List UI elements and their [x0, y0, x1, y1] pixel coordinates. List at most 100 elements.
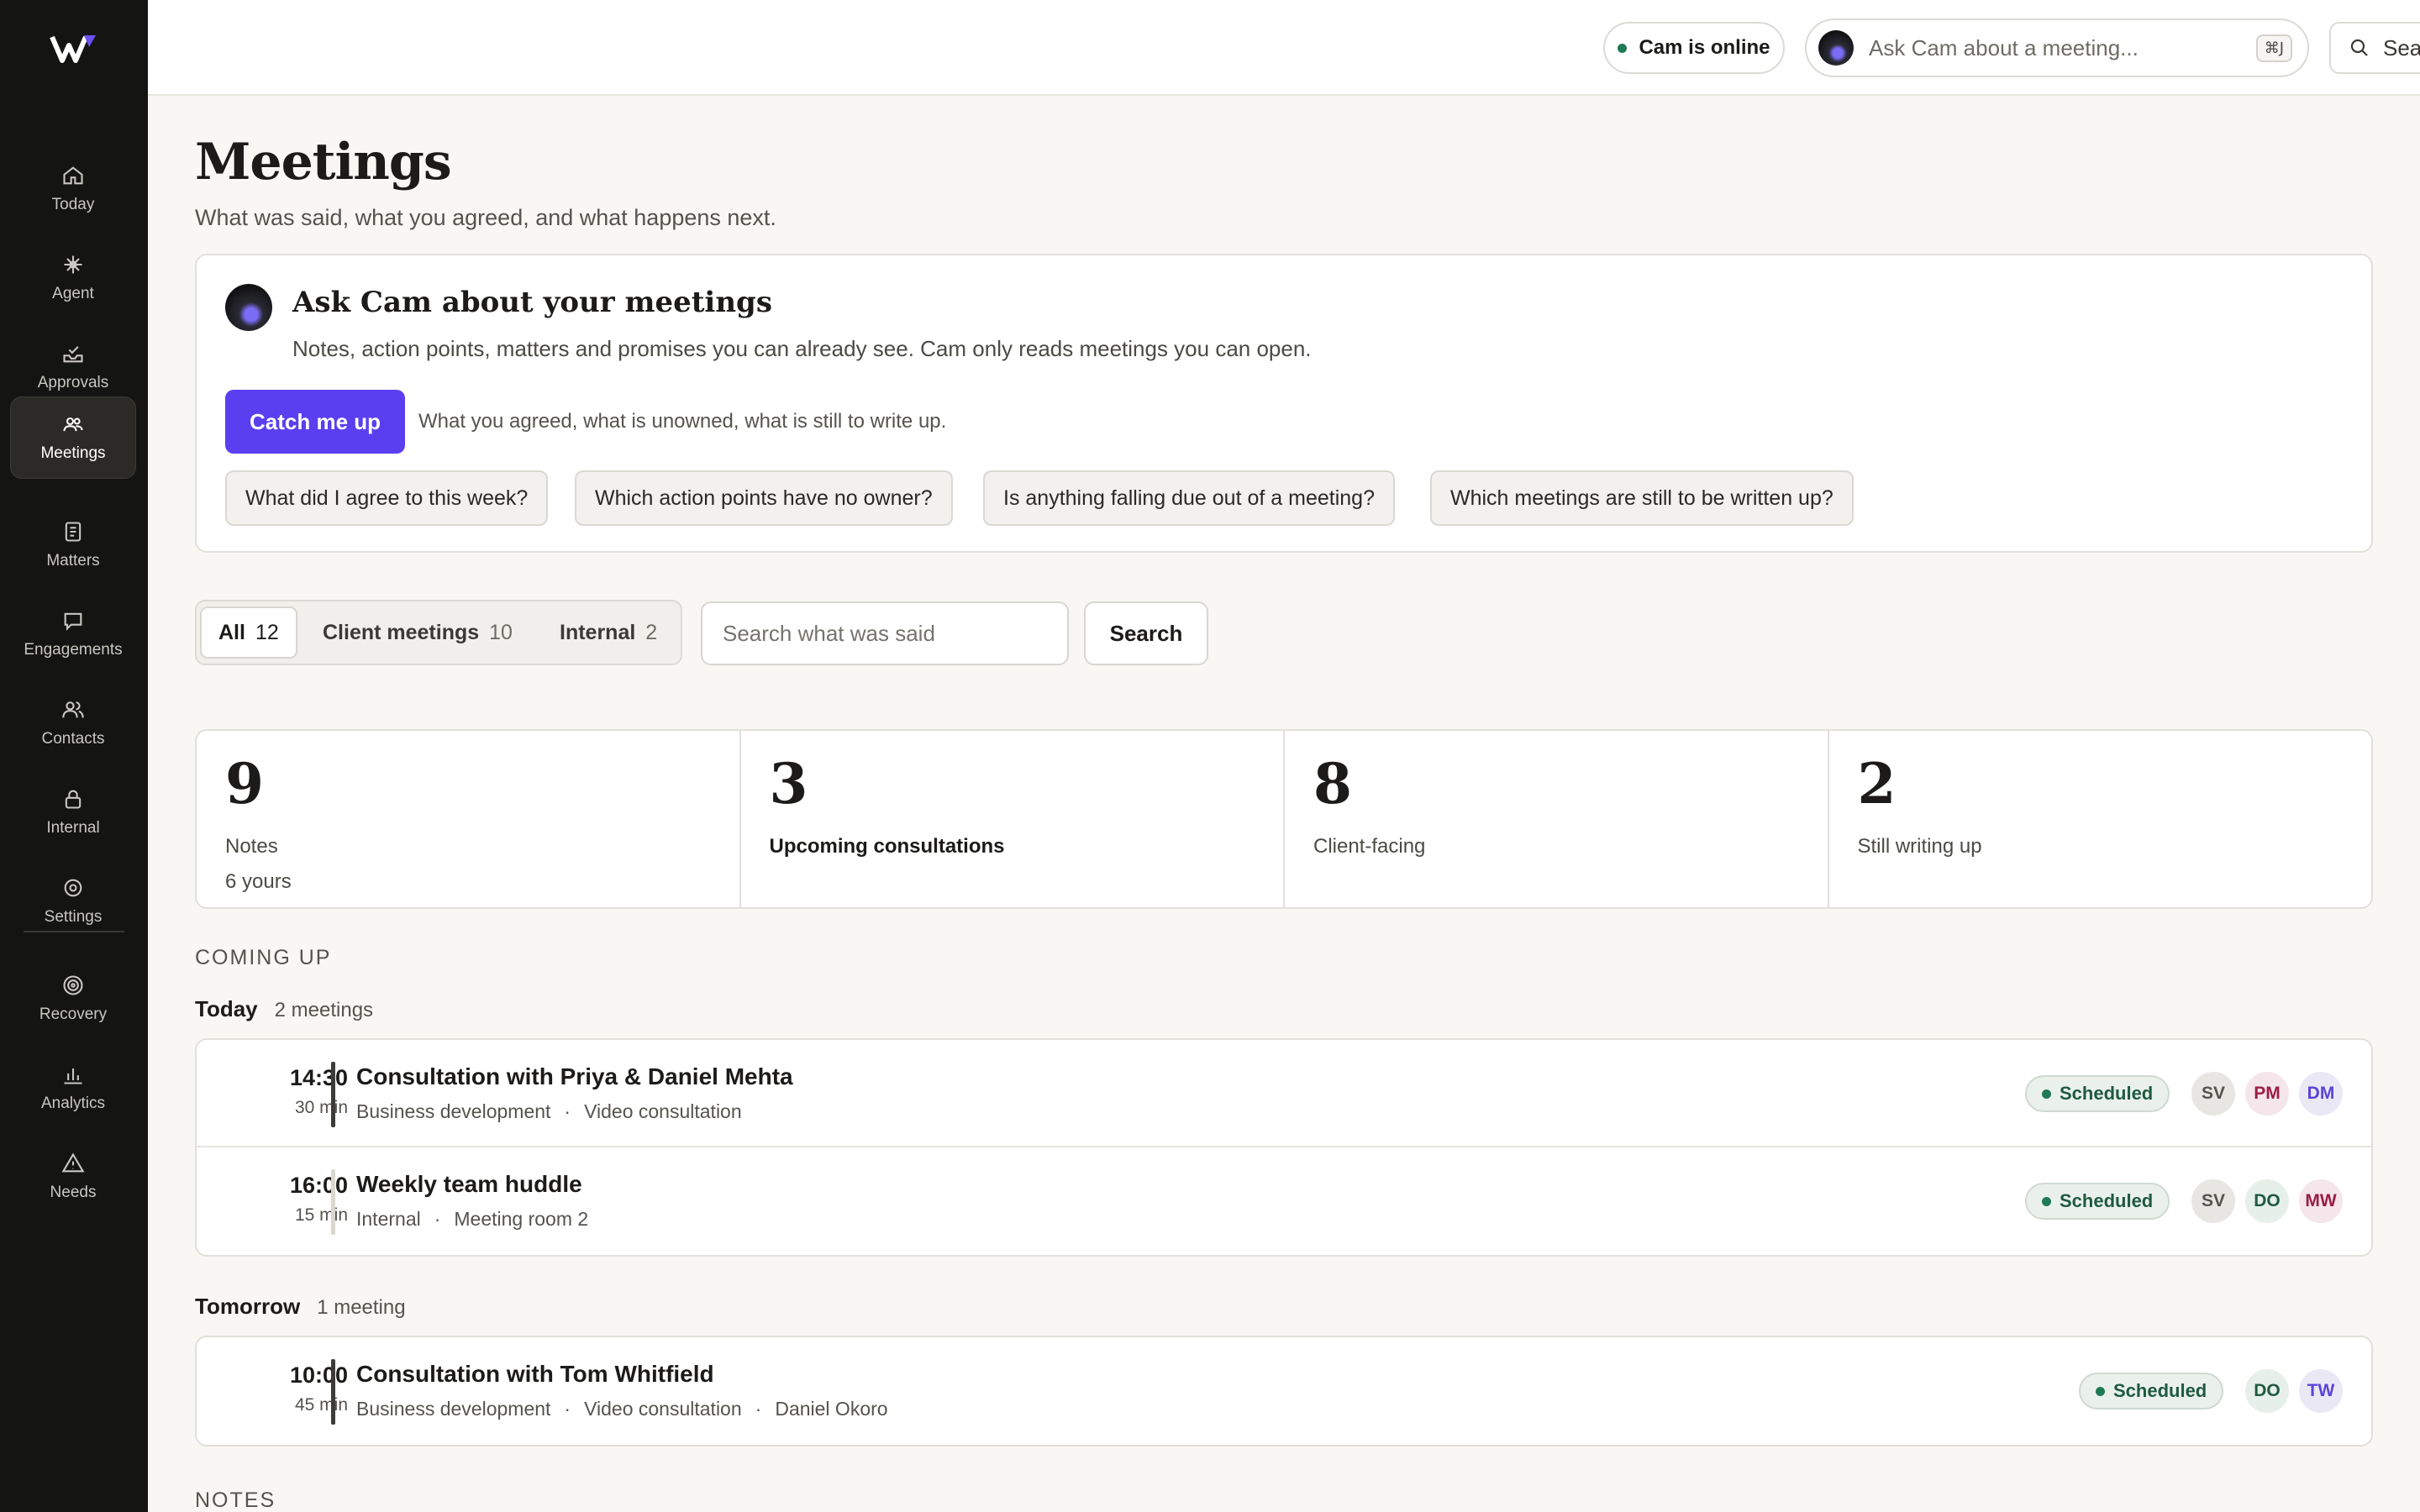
suggestion-chip[interactable]: What did I agree to this week?: [225, 470, 549, 526]
meta-separator: ·: [434, 1208, 441, 1230]
nav-internal[interactable]: Internal: [10, 771, 136, 853]
nav-engagements[interactable]: Engagements: [10, 593, 136, 675]
tab-label: Client meetings: [323, 620, 480, 644]
nav-label: Approvals: [37, 374, 109, 391]
meeting-row[interactable]: 16:00 15 min Weekly team huddle Internal…: [197, 1147, 2371, 1255]
avatar[interactable]: SV: [2190, 1070, 2237, 1117]
status-dot: [2042, 1196, 2051, 1206]
nav-label: Settings: [44, 908, 103, 926]
stat-value: 2: [1857, 751, 1897, 816]
avatar[interactable]: DO: [2244, 1178, 2291, 1225]
stat-notes[interactable]: 9 Notes 6 yours: [197, 731, 741, 907]
nav-label: Recovery: [39, 1005, 108, 1023]
stat-value: 8: [1313, 751, 1352, 816]
chat-icon: [64, 612, 82, 631]
day-count: 1 meeting: [317, 1296, 406, 1319]
search-said-input[interactable]: [701, 601, 1069, 665]
nav-label: Contacts: [41, 730, 105, 748]
stat-writing-up[interactable]: 2 Still writing up: [1829, 731, 2372, 907]
status-badge: Scheduled: [2079, 1373, 2224, 1410]
meeting-location: Meeting room 2: [454, 1208, 589, 1230]
nav-analytics[interactable]: Analytics: [10, 1047, 136, 1129]
nav-meetings[interactable]: Meetings: [10, 396, 136, 479]
stat-client-facing[interactable]: 8 Client-facing: [1285, 731, 1829, 907]
status-label: Scheduled: [2113, 1380, 2207, 1401]
meta-separator: ·: [564, 1398, 571, 1420]
stat-label: Notes: [225, 835, 278, 858]
cam-orb-icon: [1818, 30, 1854, 66]
avatar[interactable]: PM: [2244, 1070, 2291, 1117]
meeting-meta: Business development · Video consultatio…: [356, 1100, 742, 1123]
meeting-duration: 15 min: [294, 1205, 348, 1225]
avatar[interactable]: SV: [2190, 1178, 2237, 1225]
meeting-time: 14:30: [289, 1065, 348, 1090]
stat-value: 3: [769, 751, 808, 816]
ask-cam-input[interactable]: Ask Cam about a meeting... ⌘J: [1805, 18, 2309, 77]
global-search-label: Search: [2383, 34, 2420, 60]
avatar[interactable]: DO: [2244, 1368, 2291, 1415]
avatar[interactable]: MW: [2297, 1178, 2344, 1225]
avatar[interactable]: TW: [2297, 1368, 2344, 1415]
nav-label: Needs: [50, 1184, 97, 1201]
tab-count: 2: [645, 620, 658, 644]
nav-label: Meetings: [40, 444, 106, 462]
tab-label: All: [218, 620, 245, 644]
nav-recovery[interactable]: Recovery: [10, 958, 136, 1040]
meeting-title[interactable]: Consultation with Tom Whitfield: [356, 1361, 714, 1388]
status-label: Scheduled: [2060, 1083, 2154, 1104]
avatar[interactable]: DM: [2297, 1070, 2344, 1117]
nav-needs[interactable]: Needs: [10, 1136, 136, 1218]
meeting-location: Video consultation: [584, 1398, 742, 1420]
suggestion-chip[interactable]: Which action points have no owner?: [575, 470, 953, 526]
home-icon: [63, 166, 83, 185]
meeting-time: 10:00: [289, 1362, 348, 1388]
gear-icon: [64, 879, 82, 897]
nav-matters[interactable]: Matters: [10, 504, 136, 586]
online-status-dot: [1618, 43, 1628, 53]
contacts-icon: [62, 701, 84, 718]
meeting-title[interactable]: Consultation with Priya & Daniel Mehta: [356, 1063, 793, 1090]
stat-sub: 6 yours: [225, 870, 292, 893]
stat-upcoming[interactable]: 3 Upcoming consultations: [741, 731, 1285, 907]
meeting-type: Business development: [356, 1398, 551, 1420]
ask-cam-title: Ask Cam about your meetings: [292, 286, 772, 319]
stat-label: Client-facing: [1313, 835, 1426, 858]
tab-internal[interactable]: Internal 2: [560, 606, 657, 659]
app-logo[interactable]: [49, 32, 99, 66]
coming-up-heading: COMING UP: [195, 946, 332, 969]
bar-chart-icon: [64, 1068, 82, 1084]
status-label: Scheduled: [2060, 1190, 2154, 1211]
day-count: 2 meetings: [274, 999, 374, 1021]
meeting-accent-bar: [331, 1062, 335, 1127]
target-icon: [63, 975, 83, 995]
meeting-row[interactable]: 10:00 45 min Consultation with Tom Whitf…: [197, 1337, 2371, 1445]
nav-today[interactable]: Today: [10, 148, 136, 230]
day-label: Tomorrow: [195, 1294, 301, 1319]
catch-me-up-button[interactable]: Catch me up: [225, 390, 405, 454]
tab-client-meetings[interactable]: Client meetings 10: [323, 606, 513, 659]
search-said-button[interactable]: Search: [1084, 601, 1208, 665]
meeting-title[interactable]: Weekly team huddle: [356, 1171, 582, 1198]
status-dot: [2042, 1089, 2051, 1099]
meetings-tomorrow-list: 10:00 45 min Consultation with Tom Whitf…: [195, 1336, 2373, 1446]
meetings-today-list: 14:30 30 min Consultation with Priya & D…: [195, 1038, 2373, 1257]
suggestion-chip[interactable]: Which meetings are still to be written u…: [1430, 470, 1854, 526]
meeting-row[interactable]: 14:30 30 min Consultation with Priya & D…: [197, 1040, 2371, 1147]
nav-agent[interactable]: Agent: [10, 237, 136, 319]
status-dot: [2096, 1386, 2105, 1396]
page-subtitle: What was said, what you agreed, and what…: [195, 205, 776, 230]
nav-label: Internal: [46, 819, 100, 837]
meta-separator: ·: [755, 1398, 762, 1420]
sidebar: Today Agent Approvals Meetings Matters E…: [0, 0, 148, 1512]
tab-all[interactable]: All 12: [200, 606, 297, 659]
meeting-type: Internal: [356, 1208, 421, 1230]
stat-label: Upcoming consultations: [769, 835, 1005, 858]
cam-online-pill[interactable]: Cam is online: [1603, 22, 1785, 74]
meeting-time-block: 16:00 15 min: [290, 1173, 348, 1226]
meeting-type: Business development: [356, 1100, 551, 1122]
cam-online-label: Cam is online: [1639, 36, 1770, 59]
nav-contacts[interactable]: Contacts: [10, 682, 136, 764]
meeting-accent-bar: [331, 1359, 335, 1425]
global-search-button[interactable]: Search ⌘K: [2329, 22, 2420, 74]
suggestion-chip[interactable]: Is anything falling due out of a meeting…: [983, 470, 1395, 526]
